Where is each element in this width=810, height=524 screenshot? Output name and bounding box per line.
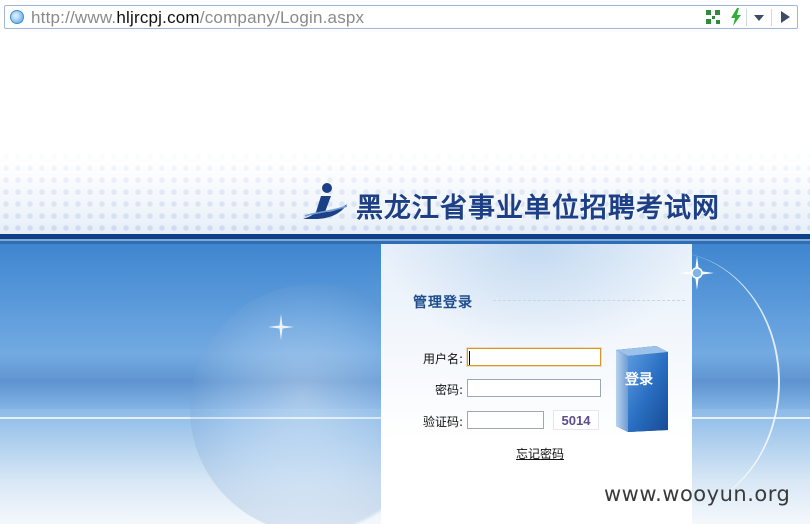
lightning-icon[interactable] xyxy=(729,8,743,26)
password-input[interactable] xyxy=(467,379,601,397)
captcha-image[interactable]: 5014 xyxy=(553,410,599,430)
text-cursor xyxy=(469,351,470,365)
login-title: 管理登录 xyxy=(413,295,473,311)
person-logo-icon xyxy=(303,183,348,219)
login-button-label: 登录 xyxy=(625,372,653,388)
sparkle-icon xyxy=(680,256,714,290)
qr-code-icon[interactable] xyxy=(706,10,720,24)
toolbar-divider xyxy=(771,9,772,26)
url-host: hljrcpj.com xyxy=(116,8,200,27)
address-bar: http://www.hljrcpj.com/company/Login.asp… xyxy=(0,0,810,34)
url-field[interactable]: http://www.hljrcpj.com/company/Login.asp… xyxy=(4,5,798,29)
username-label: 用户名: xyxy=(422,352,463,366)
site-title: 黑龙江省事业单位招聘考试网 xyxy=(356,193,720,224)
sparkle-icon xyxy=(268,314,294,340)
url-prefix: http://www. xyxy=(31,8,117,27)
globe-icon xyxy=(10,10,24,24)
dropdown-icon[interactable] xyxy=(754,15,764,21)
captcha-label: 验证码: xyxy=(422,415,463,429)
password-label: 密码: xyxy=(434,383,463,397)
username-input[interactable] xyxy=(467,348,601,366)
title-divider xyxy=(493,300,685,301)
toolbar-divider xyxy=(746,9,747,26)
url-path: /company/Login.aspx xyxy=(199,8,365,27)
url-text[interactable]: http://www.hljrcpj.com/company/Login.asp… xyxy=(31,8,364,28)
watermark: www.wooyun.org xyxy=(604,482,791,506)
captcha-input[interactable] xyxy=(467,411,544,429)
go-icon[interactable] xyxy=(781,11,790,23)
forgot-password-link[interactable]: 忘记密码 xyxy=(516,445,564,462)
